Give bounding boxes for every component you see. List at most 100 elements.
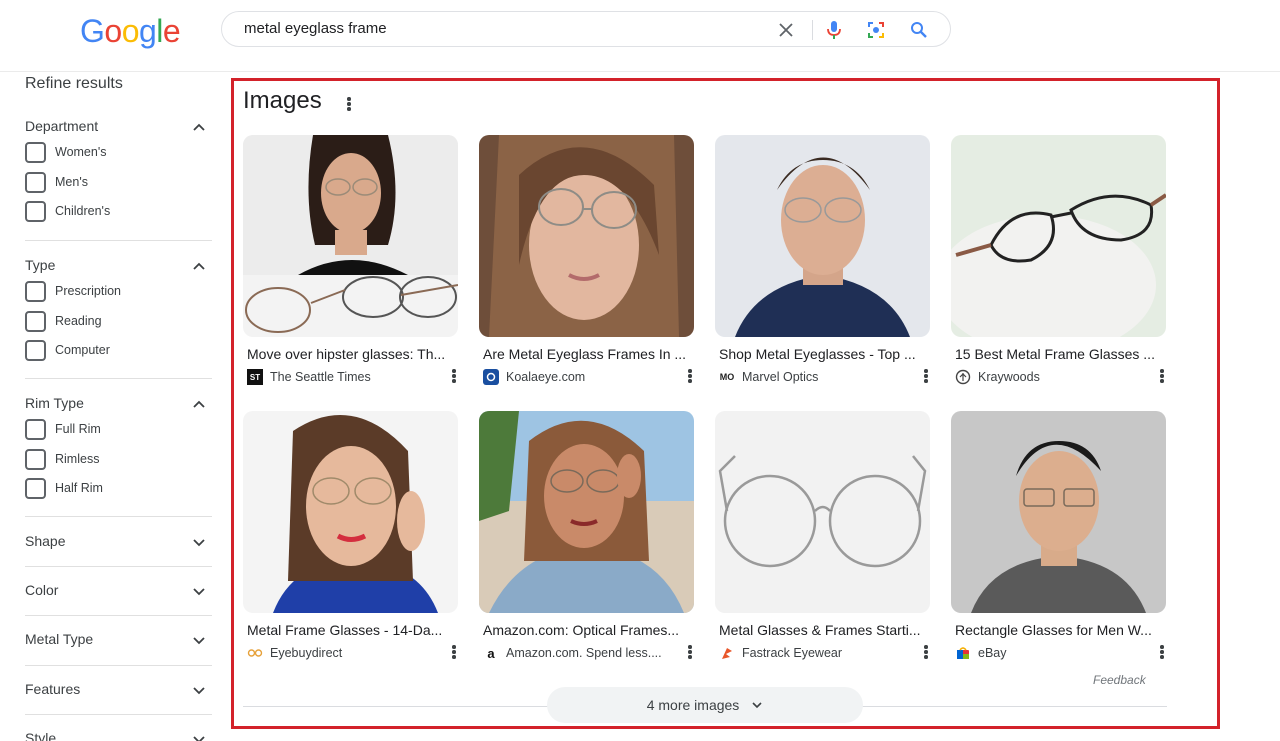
- image-title[interactable]: Metal Glasses & Frames Starti...: [719, 622, 929, 638]
- divider: [25, 378, 212, 379]
- filter-title: Rim Type: [25, 395, 84, 411]
- image-thumbnail[interactable]: [479, 135, 694, 337]
- filter-department: Department Women's Men's Children's: [25, 116, 212, 229]
- filter-option-reading[interactable]: Reading: [25, 309, 212, 339]
- google-logo[interactable]: Google: [80, 13, 181, 50]
- image-thumbnail[interactable]: [715, 411, 930, 613]
- filter-metal-type[interactable]: Metal Type: [25, 629, 212, 653]
- checkbox[interactable]: [25, 281, 46, 302]
- filter-title: Type: [25, 257, 56, 273]
- filter-type: Type Prescription Reading Computer: [25, 255, 212, 368]
- image-title[interactable]: Amazon.com: Optical Frames...: [483, 622, 693, 638]
- image-title[interactable]: Shop Metal Eyeglasses - Top ...: [719, 346, 929, 362]
- filter-title: Color: [25, 582, 59, 598]
- image-card[interactable]: 15 Best Metal Frame Glasses ... Kraywood…: [951, 135, 1166, 385]
- image-card[interactable]: Amazon.com: Optical Frames... a Amazon.c…: [479, 411, 694, 661]
- filter-option-mens[interactable]: Men's: [25, 170, 212, 200]
- checkbox[interactable]: [25, 142, 46, 163]
- image-card[interactable]: Metal Glasses & Frames Starti... Fastrac…: [715, 411, 930, 660]
- clear-icon[interactable]: [774, 18, 798, 42]
- chevron-down-icon[interactable]: [192, 732, 206, 741]
- more-options-icon[interactable]: [451, 644, 457, 660]
- filter-option-prescription[interactable]: Prescription: [25, 279, 212, 309]
- source-name: Eyebuydirect: [270, 646, 343, 660]
- filter-style[interactable]: Style: [25, 728, 212, 741]
- checkbox[interactable]: [25, 171, 46, 193]
- image-card[interactable]: Metal Frame Glasses - 14-Da... Eyebuydir…: [243, 411, 458, 660]
- feedback-link[interactable]: Feedback: [1093, 673, 1146, 687]
- option-label: Children's: [55, 204, 111, 218]
- image-thumbnail[interactable]: [243, 411, 458, 613]
- image-title[interactable]: Are Metal Eyeglass Frames In ...: [483, 346, 693, 362]
- filter-department-header[interactable]: Department: [25, 116, 212, 140]
- filter-option-computer[interactable]: Computer: [25, 338, 212, 368]
- image-title[interactable]: 15 Best Metal Frame Glasses ...: [955, 346, 1165, 362]
- image-source[interactable]: MO Marvel Optics: [719, 369, 934, 385]
- microphone-icon[interactable]: [822, 18, 846, 42]
- checkbox[interactable]: [25, 201, 46, 222]
- search-box[interactable]: [221, 11, 951, 47]
- image-title[interactable]: Move over hipster glasses: Th...: [247, 346, 457, 362]
- filter-color[interactable]: Color: [25, 580, 212, 604]
- chevron-up-icon[interactable]: [192, 259, 206, 273]
- divider: [25, 665, 212, 666]
- image-card[interactable]: Move over hipster glasses: Th... ST The …: [243, 135, 458, 385]
- checkbox[interactable]: [25, 310, 46, 332]
- filter-option-childrens[interactable]: Children's: [25, 199, 212, 229]
- more-options-icon[interactable]: [451, 368, 457, 384]
- image-source[interactable]: Fastrack Eyewear: [719, 645, 934, 661]
- lens-icon[interactable]: [864, 18, 888, 42]
- chevron-up-icon[interactable]: [192, 397, 206, 411]
- chevron-down-icon[interactable]: [192, 633, 206, 647]
- filter-option-full-rim[interactable]: Full Rim: [25, 417, 212, 447]
- image-title[interactable]: Metal Frame Glasses - 14-Da...: [247, 622, 457, 638]
- image-thumbnail[interactable]: [479, 411, 694, 613]
- image-thumbnail[interactable]: [951, 135, 1166, 337]
- images-title: Images: [243, 87, 322, 114]
- image-title[interactable]: Rectangle Glasses for Men W...: [955, 622, 1165, 638]
- more-options-icon[interactable]: [687, 644, 693, 660]
- image-thumbnail[interactable]: [243, 135, 458, 337]
- filter-features[interactable]: Features: [25, 679, 212, 703]
- more-options-icon[interactable]: [687, 368, 693, 384]
- chevron-down-icon[interactable]: [192, 535, 206, 549]
- option-label: Prescription: [55, 284, 121, 298]
- filter-rim-type-header[interactable]: Rim Type: [25, 393, 212, 417]
- more-options-icon[interactable]: [1159, 644, 1165, 660]
- checkbox[interactable]: [25, 419, 46, 440]
- more-options-icon[interactable]: [923, 368, 929, 384]
- filter-shape[interactable]: Shape: [25, 531, 212, 555]
- image-source[interactable]: a Amazon.com. Spend less....: [483, 645, 698, 661]
- checkbox[interactable]: [25, 478, 46, 499]
- image-source[interactable]: Eyebuydirect: [247, 645, 462, 661]
- filter-option-rimless[interactable]: Rimless: [25, 447, 212, 477]
- image-card[interactable]: Are Metal Eyeglass Frames In ... Koalaey…: [479, 135, 694, 385]
- checkbox[interactable]: [25, 340, 46, 361]
- search-input[interactable]: [244, 20, 744, 37]
- more-options-icon[interactable]: [1159, 368, 1165, 384]
- image-source[interactable]: ST The Seattle Times: [247, 369, 462, 385]
- divider: [812, 20, 813, 40]
- more-images-button[interactable]: 4 more images: [547, 687, 863, 723]
- checkbox[interactable]: [25, 448, 46, 470]
- more-options-icon[interactable]: [346, 96, 352, 112]
- search-icon[interactable]: [907, 18, 931, 42]
- chevron-down-icon[interactable]: [192, 584, 206, 598]
- more-options-icon[interactable]: [923, 644, 929, 660]
- image-thumbnail[interactable]: [715, 135, 930, 337]
- image-card[interactable]: Shop Metal Eyeglasses - Top ... MO Marve…: [715, 135, 930, 384]
- filter-type-header[interactable]: Type: [25, 255, 212, 279]
- image-thumbnail[interactable]: [951, 411, 1166, 613]
- option-label: Rimless: [55, 451, 100, 466]
- chevron-down-icon[interactable]: [192, 683, 206, 697]
- filter-option-half-rim[interactable]: Half Rim: [25, 476, 212, 506]
- image-source[interactable]: eBay: [955, 645, 1170, 661]
- chevron-down-icon: [752, 702, 762, 709]
- image-card[interactable]: Rectangle Glasses for Men W... eBay: [951, 411, 1166, 660]
- filter-option-womens[interactable]: Women's: [25, 140, 212, 170]
- option-label: Reading: [55, 313, 102, 328]
- chevron-up-icon[interactable]: [192, 120, 206, 134]
- image-source[interactable]: Koalaeye.com: [483, 369, 698, 385]
- image-source[interactable]: Kraywoods: [955, 369, 1170, 385]
- kraywoods-favicon: [955, 369, 971, 385]
